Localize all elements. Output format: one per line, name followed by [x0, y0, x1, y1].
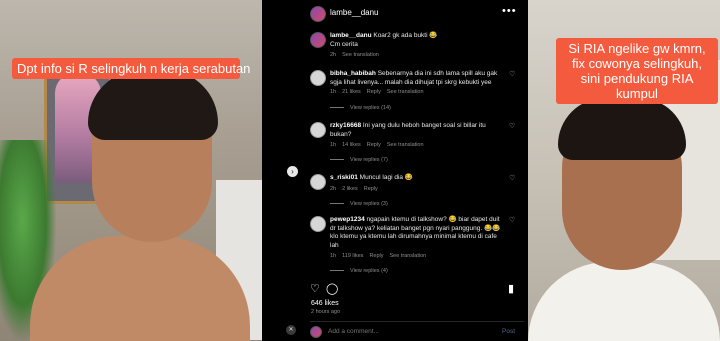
caption-time: 2h [330, 52, 337, 58]
left-caption: Dpt info si R selingkuh n kerja serabuta… [12, 58, 250, 79]
person-hair [558, 98, 686, 160]
comment-icon[interactable]: ◯ [326, 282, 338, 295]
comment-time: 1h [330, 142, 337, 148]
comment-username[interactable]: rzky16668 [330, 122, 361, 129]
add-comment-row: Add a comment... Post [310, 326, 524, 338]
instagram-post-panel: lambe__danu ••• lambe__danu Koar2 gk ada… [262, 0, 528, 341]
heart-icon[interactable]: ♡ [509, 174, 515, 182]
post-likes[interactable]: 646 likes [311, 300, 339, 307]
comment-likes[interactable]: 119 likes [342, 253, 363, 259]
post-username[interactable]: lambe__danu [330, 8, 378, 17]
bookmark-icon[interactable]: ▮ [508, 282, 514, 295]
heart-icon[interactable]: ♡ [509, 70, 515, 78]
avatar[interactable] [310, 216, 326, 232]
heart-icon[interactable]: ♡ [509, 216, 515, 224]
action-bar: ♡ ◯ ▮ [310, 282, 524, 296]
see-translation-link[interactable]: See translation [342, 52, 379, 58]
comment-likes[interactable]: 2 likes [342, 186, 358, 192]
avatar[interactable] [310, 6, 326, 22]
reply-button[interactable]: Reply [367, 142, 381, 148]
heart-icon[interactable]: ♡ [509, 122, 515, 130]
comment-likes[interactable]: 21 likes [342, 89, 361, 95]
avatar[interactable] [310, 122, 326, 138]
divider [310, 321, 524, 322]
heart-icon[interactable]: ♡ [310, 282, 320, 295]
avatar[interactable] [310, 174, 326, 190]
comment-username[interactable]: s_riski01 [330, 174, 358, 181]
avatar[interactable] [310, 70, 326, 86]
see-translation-link[interactable]: See translation [387, 142, 424, 148]
comment-username[interactable]: pewep1234 [330, 216, 365, 223]
view-replies-button[interactable]: View replies (3) [330, 201, 388, 207]
view-replies-button[interactable]: View replies (14) [330, 105, 391, 111]
caption-username[interactable]: lambe__danu [330, 32, 372, 39]
see-translation-link[interactable]: See translation [390, 253, 427, 259]
right-caption: Si RIA ngelike gw kmrn, fix cowonya seli… [556, 38, 718, 104]
comment-time: 1h [330, 89, 337, 95]
caption-text: Koar2 gk ada bukti 😂 [373, 32, 438, 39]
comment-text: Muncul lagi dia 😂 [359, 174, 413, 181]
caption-line-2: Cm cerita [330, 40, 358, 48]
post-caption: lambe__danu Koar2 gk ada bukti 😂 Cm cerit… [310, 32, 524, 60]
post-button[interactable]: Post [502, 328, 515, 335]
chevron-right-icon[interactable]: › [287, 166, 298, 177]
post-time-ago: 2 hours ago [311, 309, 341, 315]
comment-item: s_riski01 Muncul lagi dia 😂 ♡ 2h 2 likes R… [310, 174, 524, 210]
view-replies-button[interactable]: View replies (7) [330, 157, 388, 163]
add-comment-input[interactable]: Add a comment... [328, 328, 379, 335]
reply-button[interactable]: Reply [367, 89, 381, 95]
see-translation-link[interactable]: See translation [387, 89, 424, 95]
reply-button[interactable]: Reply [364, 186, 378, 192]
left-video-frame [0, 0, 262, 341]
comment-item: rzky16668 Ini yang dulu heboh banget soa… [310, 122, 524, 166]
comment-username[interactable]: bibha_habibah [330, 70, 376, 77]
comment-likes[interactable]: 14 likes [342, 142, 361, 148]
comment-item: bibha_habibah Sebenarnya dia ini sdh lam… [310, 70, 524, 114]
comment-time: 2h [330, 186, 337, 192]
mute-icon[interactable]: ✕ [286, 325, 296, 335]
comment-item: pewep1234 ngapain ktemu di talkshow? 😂 b… [310, 216, 524, 276]
carousel-dots [604, 334, 644, 338]
carousel-dots [111, 334, 151, 338]
person-hair [88, 70, 218, 140]
avatar[interactable] [310, 32, 326, 48]
comment-time: 1h [330, 253, 337, 259]
more-horizontal-icon[interactable]: ••• [502, 5, 517, 17]
post-header: lambe__danu ••• [262, 0, 528, 26]
view-replies-button[interactable]: View replies (4) [330, 268, 388, 274]
avatar [310, 326, 322, 338]
person-body [528, 262, 720, 341]
reply-button[interactable]: Reply [369, 253, 383, 259]
